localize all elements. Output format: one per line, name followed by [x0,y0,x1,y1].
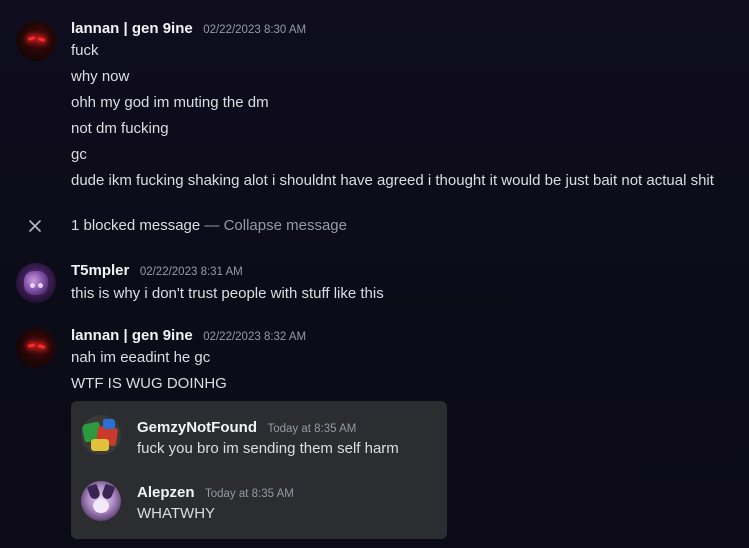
username[interactable]: lannan | gen 9ine [71,327,193,344]
blocked-message-row: 1 blocked message — Collapse message [0,214,749,238]
embed-message-text: fuck you bro im sending them self harm [137,440,399,457]
timestamp: Today at 8:35 AM [204,488,294,500]
message-text: fuck [71,42,99,59]
avatar [81,415,121,455]
timestamp: 02/22/2023 8:30 AM [203,24,307,36]
username: GemzyNotFound [137,419,257,436]
close-icon[interactable] [27,218,43,234]
blocked-count: 1 blocked message [71,217,201,234]
blocked-message-text: 1 blocked message — Collapse message [71,217,347,234]
timestamp: 02/22/2023 8:31 AM [139,266,243,278]
avatar[interactable] [16,328,56,368]
embed-message-header: Alepzen Today at 8:35 AM [137,484,294,502]
timestamp: Today at 8:35 AM [267,423,357,435]
message-text: dude ikm fucking shaking alot i shouldnt… [71,172,714,189]
message-text: nah im eeadint he gc [71,349,211,366]
separator: — [200,217,224,234]
message-text: not dm fucking [71,120,169,137]
embed-message-header: GemzyNotFound Today at 8:35 AM [137,419,356,437]
username: Alepzen [137,484,195,501]
collapse-message-link[interactable]: Collapse message [224,217,347,234]
message-text: why now [71,68,130,85]
timestamp: 02/22/2023 8:32 AM [203,331,307,343]
message-text: gc [71,146,87,163]
message-text: this is why i don't trust people with st… [71,285,384,302]
avatar[interactable] [16,21,56,61]
message-text: ohh my god im muting the dm [71,94,269,111]
embed-message-text: WHATWHY [137,505,216,522]
message-header: lannan | gen 9ine 02/22/2023 8:30 AM [71,20,306,38]
image-embed[interactable]: GemzyNotFound Today at 8:35 AM fuck you … [71,401,447,539]
message-text: WTF IS WUG DOINHG [71,375,227,392]
message-header: lannan | gen 9ine 02/22/2023 8:32 AM [71,327,306,345]
avatar [81,481,121,521]
avatar[interactable] [16,263,56,303]
message-header: T5mpler 02/22/2023 8:31 AM [71,262,243,280]
username[interactable]: lannan | gen 9ine [71,20,193,37]
username[interactable]: T5mpler [71,262,129,279]
